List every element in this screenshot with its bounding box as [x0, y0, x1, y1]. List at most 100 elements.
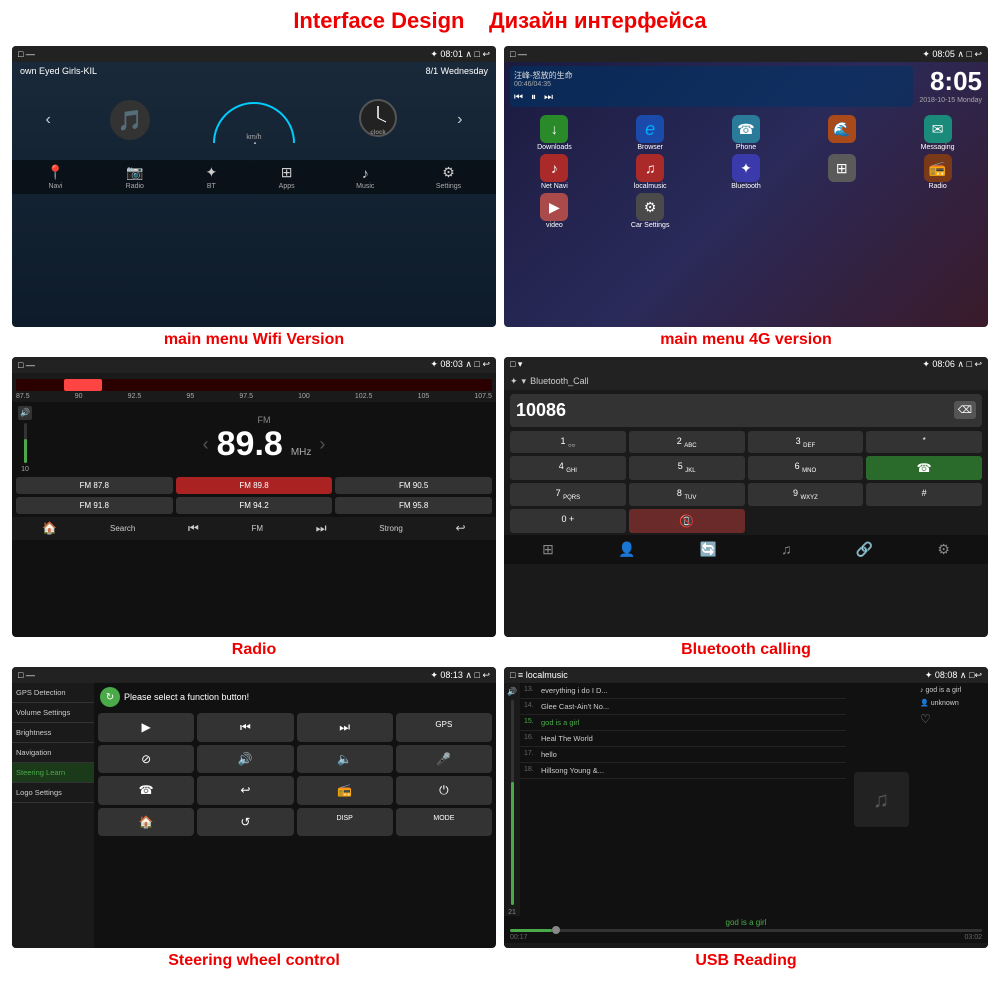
- call-btn[interactable]: ☎: [866, 456, 982, 480]
- s5-call-btn[interactable]: ☎: [98, 776, 194, 805]
- sidebar-item-brightness[interactable]: Brightness: [12, 723, 94, 743]
- search-btn-radio[interactable]: Search: [110, 524, 135, 533]
- s5-mic-btn[interactable]: 🎤: [396, 745, 492, 773]
- next-btn-1[interactable]: ›: [457, 111, 462, 129]
- s2-playcontrols[interactable]: ⏮ ⏸ ⏭: [514, 92, 909, 103]
- sidebar-item-navigation[interactable]: Navigation: [12, 743, 94, 763]
- key-hash[interactable]: #: [866, 483, 982, 506]
- app-downloads[interactable]: ↓Downloads: [508, 115, 601, 151]
- app-video[interactable]: ▶video: [508, 193, 601, 229]
- s5-home-btn[interactable]: 🏠: [98, 808, 194, 836]
- s5-radio-btn[interactable]: 📻: [297, 776, 393, 805]
- prev-btn-2[interactable]: ⏮: [514, 92, 523, 103]
- del-btn[interactable]: ⌫: [954, 401, 976, 419]
- endcall-btn[interactable]: 📵: [629, 509, 745, 533]
- bt-bottom-settings[interactable]: ⚙: [937, 541, 950, 558]
- freq-left-btn[interactable]: ‹: [203, 434, 209, 455]
- preset-5[interactable]: FM 94.2: [176, 497, 333, 514]
- bt-bottom-link[interactable]: 🔗: [856, 541, 873, 558]
- vol-slider[interactable]: [24, 423, 27, 463]
- app-phone[interactable]: ☎Phone: [700, 115, 793, 151]
- app-bluetooth[interactable]: ✦Bluetooth: [700, 154, 793, 190]
- key-4[interactable]: 4 GHI: [510, 456, 626, 480]
- next-btn-radio[interactable]: ⏭: [316, 521, 327, 536]
- s6-progress-handle[interactable]: [552, 926, 560, 934]
- nav-music[interactable]: ♪Music: [356, 165, 374, 190]
- track-item-15-active[interactable]: 15. god is a girl: [520, 715, 846, 731]
- app-grid[interactable]: ⊞: [795, 154, 888, 190]
- prev-btn-1[interactable]: ‹: [46, 111, 51, 129]
- bt-bottom-apps[interactable]: ⊞: [542, 541, 554, 558]
- s5-back-btn[interactable]: ↩: [197, 776, 293, 805]
- next-btn-2[interactable]: ⏭: [544, 92, 553, 103]
- s5-voldown-btn[interactable]: 🔈: [297, 745, 393, 773]
- preset-2-active[interactable]: FM 89.8: [176, 477, 333, 494]
- key-8[interactable]: 8 TUV: [629, 483, 745, 506]
- prev-btn-radio[interactable]: ⏮: [188, 521, 199, 536]
- nav-apps[interactable]: ⊞Apps: [279, 164, 295, 190]
- bt-bottom-contacts[interactable]: 👤: [618, 541, 635, 558]
- preset-6[interactable]: FM 95.8: [335, 497, 492, 514]
- s1-bottom-nav[interactable]: 📍Navi 📷Radio ✦BT ⊞Apps ♪Music ⚙Settings: [12, 160, 496, 194]
- fm-btn-radio[interactable]: FM: [252, 524, 264, 533]
- s5-gps-btn[interactable]: GPS: [396, 713, 492, 742]
- s6-progress-bar[interactable]: [510, 929, 982, 932]
- sidebar-item-logo[interactable]: Logo Settings: [12, 783, 94, 803]
- app-localmusic[interactable]: ♫localmusic: [604, 154, 697, 190]
- track-item-17[interactable]: 17. hello: [520, 747, 846, 763]
- nav-navi[interactable]: 📍Navi: [47, 164, 64, 190]
- app-settings[interactable]: ⚙Car Settings: [604, 193, 697, 229]
- s5-disp-btn[interactable]: DISP: [297, 808, 393, 836]
- s5-mode-btn[interactable]: MODE: [396, 808, 492, 836]
- s5-next-btn[interactable]: ⏭: [297, 713, 393, 742]
- s5-rotate-btn[interactable]: ↺: [197, 808, 293, 836]
- nav-radio[interactable]: 📷Radio: [126, 164, 144, 190]
- play-btn-2[interactable]: ⏸: [531, 92, 536, 103]
- gps-refresh-btn[interactable]: ↻: [100, 687, 120, 707]
- s5-prev-btn[interactable]: ⏮: [197, 713, 293, 742]
- sidebar-item-steering-active[interactable]: Steering Learn: [12, 763, 94, 783]
- key-9[interactable]: 9 WXYZ: [748, 483, 864, 506]
- track-item-13[interactable]: 13. everything i do I D...: [520, 683, 846, 699]
- app-radio[interactable]: 📻Radio: [891, 154, 984, 190]
- key-star[interactable]: *: [866, 431, 982, 454]
- key-6[interactable]: 6 MNO: [748, 456, 864, 480]
- key-0[interactable]: 0 +: [510, 509, 626, 533]
- s5-mute-btn[interactable]: ⊘: [98, 745, 194, 773]
- sidebar-item-volume[interactable]: Volume Settings: [12, 703, 94, 723]
- s5-play-btn[interactable]: ▶: [98, 713, 194, 742]
- track-item-18[interactable]: 18. Hillsong Young &...: [520, 763, 846, 779]
- s1-top: own Eyed Girls-KIL 8/1 Wednesday: [12, 62, 496, 80]
- key-2[interactable]: 2 ABC: [629, 431, 745, 454]
- s6-play-btn[interactable]: ⏸: [782, 947, 789, 948]
- label-5: Steering wheel control: [168, 952, 340, 970]
- s5-power-btn[interactable]: ⏻: [396, 776, 492, 805]
- bt-bottom-dial[interactable]: 🔄: [700, 541, 717, 558]
- s5-volup-btn[interactable]: 🔊: [197, 745, 293, 773]
- gauges: km/h: [209, 93, 299, 148]
- sidebar-item-gps[interactable]: GPS Detection: [12, 683, 94, 703]
- nav-settings[interactable]: ⚙Settings: [436, 164, 461, 190]
- freq-right-btn[interactable]: ›: [319, 434, 325, 455]
- preset-3[interactable]: FM 90.5: [335, 477, 492, 494]
- s6-heart-icon[interactable]: ♡: [920, 712, 984, 726]
- bt-bottom-music[interactable]: ♫: [781, 541, 792, 558]
- key-3[interactable]: 3 DEF: [748, 431, 864, 454]
- s6-vol-slider[interactable]: [511, 700, 514, 905]
- track-item-14[interactable]: 14. Glee Cast-Ain't No...: [520, 699, 846, 715]
- app-messaging[interactable]: ✉Messaging: [891, 115, 984, 151]
- app-netnavi[interactable]: ♪Net Navi: [508, 154, 601, 190]
- key-7[interactable]: 7 PQRS: [510, 483, 626, 506]
- app-browser[interactable]: eBrowser: [604, 115, 697, 151]
- track-item-16[interactable]: 16. Heal The World: [520, 731, 846, 747]
- app-unknown1[interactable]: 🌊: [795, 115, 888, 151]
- s2-clock: 8:05 2018-10-15 Monday: [919, 66, 982, 107]
- strong-btn-radio[interactable]: Strong: [379, 524, 403, 533]
- preset-4[interactable]: FM 91.8: [16, 497, 173, 514]
- home-btn-radio[interactable]: 🏠: [42, 521, 57, 535]
- preset-1[interactable]: FM 87.8: [16, 477, 173, 494]
- nav-bt[interactable]: ✦BT: [205, 164, 217, 190]
- back-btn-radio[interactable]: ↩: [456, 521, 466, 535]
- key-1[interactable]: 1 ○○: [510, 431, 626, 454]
- key-5[interactable]: 5 JKL: [629, 456, 745, 480]
